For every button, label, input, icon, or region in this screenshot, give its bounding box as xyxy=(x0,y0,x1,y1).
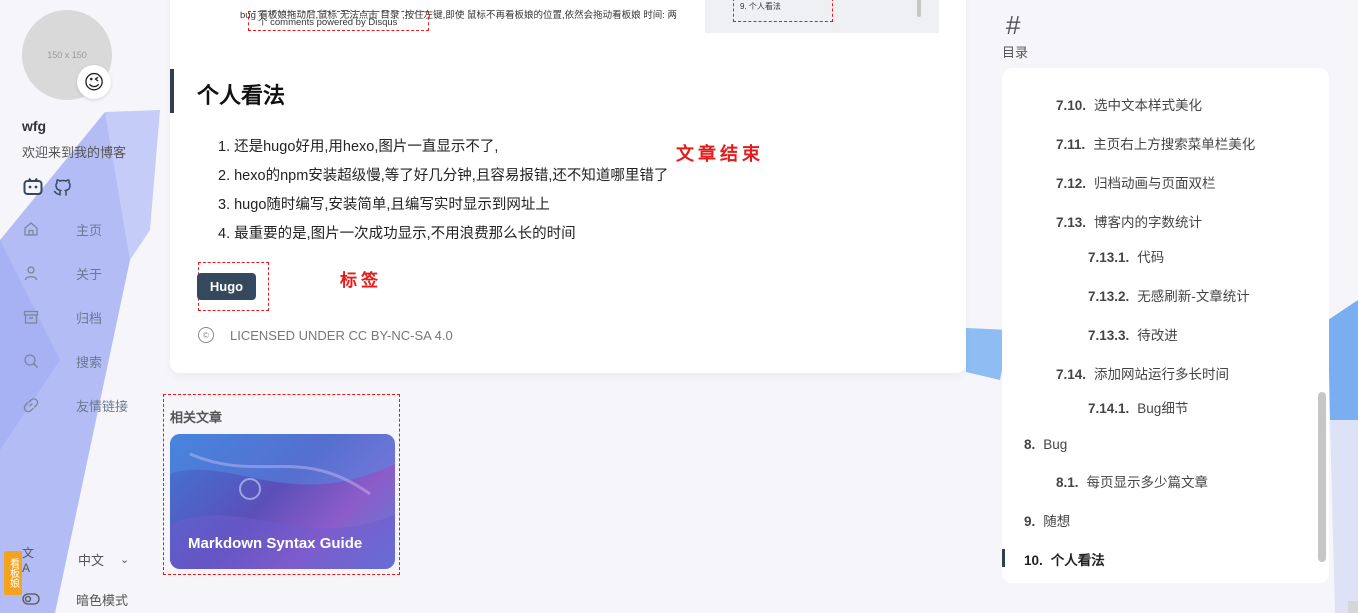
nav-search-label: 搜索 xyxy=(76,354,103,370)
page-scrollbar-thumb[interactable] xyxy=(1348,601,1358,613)
toc-item-number: 10. xyxy=(1024,553,1043,568)
nav-about[interactable]: 关于 xyxy=(22,262,152,284)
toc-item-text: Bug细节 xyxy=(1137,401,1189,416)
toc-item-number: 7.12. xyxy=(1056,176,1087,191)
toc-item-text: 主页右上方搜索菜单栏美化 xyxy=(1093,137,1256,152)
article-heading: 个人看法 xyxy=(197,83,286,108)
toc-item[interactable]: 7.11. 主页右上方搜索菜单栏美化 xyxy=(1056,133,1255,153)
toc-item[interactable]: 7.12. 归档动画与页面双栏 xyxy=(1056,172,1216,192)
toc-item-text: 代码 xyxy=(1137,250,1165,265)
toc-item-text: 个人看法 xyxy=(1050,553,1105,568)
toc-item-text: 每页显示多少篇文章 xyxy=(1086,475,1209,490)
article-embedded-screenshot: bug 看板娘拖动后,鼠标 无法点击 目录 ,按住左键,即使 鼠标不再看板娘的位… xyxy=(170,0,966,33)
toc-item-number: 7.13. xyxy=(1056,215,1087,230)
language-value: 中文 xyxy=(78,552,105,568)
screenshot-toc-item: 9. 个人看法 xyxy=(740,2,781,11)
toc-item-number: 7.13.2. xyxy=(1088,289,1130,304)
toc-item-number: 7.13.3. xyxy=(1088,328,1130,343)
toc-item-number: 7.14.1. xyxy=(1088,401,1130,416)
nav-home[interactable]: 主页 xyxy=(22,218,152,240)
toc-item-text: 选中文本样式美化 xyxy=(1094,98,1203,113)
home-icon xyxy=(22,220,40,238)
toc-item-text: 待改进 xyxy=(1137,328,1178,343)
toc-active-indicator xyxy=(1002,549,1005,567)
toc-item-text: Bug xyxy=(1043,437,1068,452)
avatar-placeholder-text: 150 x 150 xyxy=(47,50,87,60)
toc-item-number: 9. xyxy=(1024,514,1036,529)
toc-item[interactable]: 9. 随想 xyxy=(1024,510,1070,530)
list-item: 2. hexo的npm安装超级慢,等了好几分钟,且容易报错,还不知道哪里错了 xyxy=(218,168,669,184)
toc-item-number: 8.1. xyxy=(1056,475,1079,490)
screenshot-toc-panel: 9. 个人看法 xyxy=(705,0,939,33)
related-articles-title: 相关文章 xyxy=(170,410,223,425)
language-selector[interactable]: 文A 中文 ⌄ xyxy=(22,546,142,575)
hash-icon: # xyxy=(1006,10,1021,40)
toc-item-text: 无感刷新-文章统计 xyxy=(1137,289,1250,304)
toc-item-text: 随想 xyxy=(1043,514,1071,529)
dark-mode-toggle[interactable]: 暗色模式 xyxy=(22,589,142,609)
translate-icon: 文A xyxy=(22,545,35,575)
article-card: bug 看板娘拖动后,鼠标 无法点击 目录 ,按住左键,即使 鼠标不再看板娘的位… xyxy=(170,0,966,373)
site-name: wfg xyxy=(22,118,47,134)
toc-item[interactable]: 7.13.1. 代码 xyxy=(1088,246,1164,266)
toc-item[interactable]: 7.13.3. 待改进 xyxy=(1088,324,1178,344)
creative-commons-icon: © xyxy=(198,327,214,343)
toc-item-active[interactable]: 10. 个人看法 xyxy=(1024,549,1105,569)
bilibili-icon[interactable] xyxy=(22,176,44,198)
list-item: 4. 最重要的是,图片一次成功显示,不用浪费那么长的时间 xyxy=(218,226,576,242)
dark-mode-label: 暗色模式 xyxy=(76,592,129,608)
article-list: 1. 还是hugo好用,用hexo,图片一直显示不了, 2. hexo的npm安… xyxy=(218,133,668,249)
toc-item-text: 添加网站运行多长时间 xyxy=(1094,367,1230,382)
nav-archive-label: 归档 xyxy=(76,310,103,326)
toc-item-number: 8. xyxy=(1024,437,1036,452)
user-icon xyxy=(22,264,40,282)
list-item: 1. 还是hugo好用,用hexo,图片一直显示不了, xyxy=(218,139,499,155)
toc-item-number: 7.11. xyxy=(1056,137,1086,152)
toc-item[interactable]: 7.13.2. 无感刷新-文章统计 xyxy=(1088,285,1250,305)
annotation-tag: 标签 xyxy=(340,271,382,291)
toc-item[interactable]: 7.10. 选中文本样式美化 xyxy=(1056,94,1202,114)
license-info: © LICENSED UNDER CC BY-NC-SA 4.0 xyxy=(198,327,453,343)
nav-about-label: 关于 xyxy=(76,266,103,282)
toc-item-text: 归档动画与页面双栏 xyxy=(1094,176,1216,191)
toc-item-number: 7.13.1. xyxy=(1088,250,1130,265)
related-card-title: Markdown Syntax Guide xyxy=(188,535,363,552)
list-item: 3. hugo随时编写,安装简单,且编写实时显示到网址上 xyxy=(218,197,550,213)
link-icon xyxy=(22,396,40,414)
github-icon[interactable] xyxy=(52,176,74,198)
heading-accent-bar xyxy=(170,69,174,113)
toc-item[interactable]: 7.13. 博客内的字数统计 xyxy=(1056,211,1202,231)
annotation-article-end: 文章结束 xyxy=(676,144,764,165)
nav-links-label: 友情链接 xyxy=(76,398,129,414)
chevron-down-icon: ⌄ xyxy=(120,553,130,566)
left-sidebar: 150 x 150 😉 wfg 欢迎来到我的博客 主页 关于 归档 搜索 友情链… xyxy=(0,0,160,613)
toggle-icon xyxy=(22,593,40,605)
toc-item[interactable]: 8.1. 每页显示多少篇文章 xyxy=(1056,471,1208,491)
nav-search[interactable]: 搜索 xyxy=(22,350,152,372)
license-text: LICENSED UNDER CC BY-NC-SA 4.0 xyxy=(230,327,453,343)
toc-title: 目录 xyxy=(1002,45,1029,60)
site-description: 欢迎来到我的博客 xyxy=(22,145,127,160)
avatar-emoji-badge: 😉 xyxy=(77,65,111,99)
table-of-contents: 7.10. 选中文本样式美化 7.11. 主页右上方搜索菜单栏美化 7.12. 归档动… xyxy=(1002,68,1329,583)
search-icon xyxy=(22,352,40,370)
nav-home-label: 主页 xyxy=(76,222,103,238)
kanban-girl-tab[interactable]: 看板娘 xyxy=(4,551,22,595)
nav-links[interactable]: 友情链接 xyxy=(22,394,152,416)
toc-item-number: 7.14. xyxy=(1056,367,1087,382)
wink-emoji-icon: 😉 xyxy=(83,71,105,94)
archive-icon xyxy=(22,308,40,326)
screenshot-scrollbar xyxy=(917,0,921,17)
toc-item-number: 7.10. xyxy=(1056,98,1087,113)
toc-item[interactable]: 7.14. 添加网站运行多长时间 xyxy=(1056,363,1229,383)
nav-archive[interactable]: 归档 xyxy=(22,306,152,328)
toc-scrollbar-thumb[interactable] xyxy=(1318,392,1326,562)
toc-item[interactable]: 8. Bug xyxy=(1024,437,1067,452)
toc-item[interactable]: 7.14.1. Bug细节 xyxy=(1088,397,1188,417)
screenshot-disqus-text: 个 comments powered by Disqus xyxy=(258,17,398,28)
related-article-card[interactable]: Markdown Syntax Guide xyxy=(170,434,395,569)
tag-hugo[interactable]: Hugo xyxy=(197,273,256,300)
toc-item-text: 博客内的字数统计 xyxy=(1094,215,1203,230)
